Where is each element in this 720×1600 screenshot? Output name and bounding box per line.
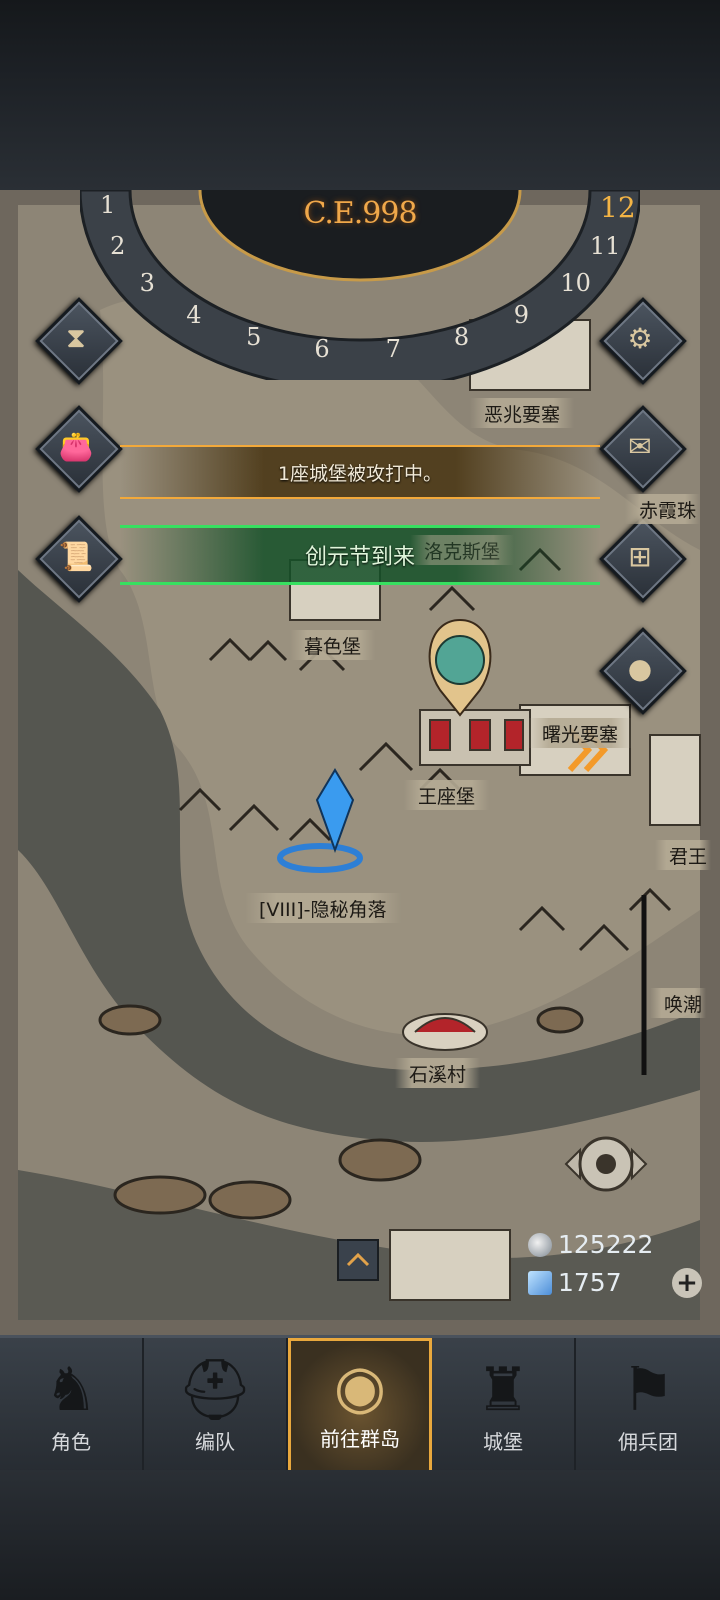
nav-label: 城堡 bbox=[483, 1430, 523, 1454]
location-label-losas[interactable]: 洛克斯堡 bbox=[410, 535, 515, 565]
coin-icon: ● bbox=[627, 651, 653, 685]
crystal-resource: 1757 bbox=[528, 1268, 622, 1297]
dial-number: 6 bbox=[314, 334, 330, 363]
castle-icon: ♜ bbox=[476, 1355, 530, 1425]
location-label-king[interactable]: 君王 bbox=[655, 840, 712, 870]
silver-coin-icon bbox=[528, 1232, 552, 1257]
nav-castle[interactable]: ♜ 城堡 bbox=[432, 1338, 576, 1473]
frame-icon: ⊞ bbox=[628, 539, 652, 573]
locate-button[interactable] bbox=[560, 1118, 652, 1210]
location-label-fortress-ominous[interactable]: 恶兆要塞 bbox=[470, 398, 575, 428]
helmet-icon: ⛑ bbox=[176, 1355, 254, 1425]
settings-gear-icon: ⚙ bbox=[627, 321, 653, 355]
nav-label: 前往群岛 bbox=[320, 1427, 400, 1451]
scroll-map-icon: 📜 bbox=[58, 539, 94, 573]
festival-banner[interactable]: 创元节到来 bbox=[120, 525, 600, 585]
crystal-amount: 1757 bbox=[558, 1268, 622, 1297]
nav-label: 角色 bbox=[51, 1430, 91, 1454]
dial-number: 7 bbox=[385, 334, 401, 363]
nav-character[interactable]: ♞ 角色 bbox=[0, 1338, 144, 1473]
attack-notice-text: 1座城堡被攻打中。 bbox=[277, 462, 443, 485]
mail-icon: ✉ bbox=[628, 429, 652, 463]
knight-icon: ♞ bbox=[44, 1355, 98, 1425]
festival-text: 创元节到来 bbox=[304, 545, 415, 570]
top-status-bar bbox=[0, 0, 720, 190]
dial-number: 10 bbox=[560, 269, 591, 298]
dial-number: 8 bbox=[453, 322, 470, 351]
nav-go-to-islands[interactable]: ◉ 前往群岛 bbox=[288, 1338, 432, 1473]
nav-formation[interactable]: ⛑ 编队 bbox=[144, 1338, 288, 1473]
location-label-tide-call[interactable]: 唤潮 bbox=[650, 988, 707, 1018]
attack-notice-banner[interactable]: 1座城堡被攻打中。 bbox=[120, 445, 600, 499]
dial-number: 2 bbox=[110, 231, 126, 260]
dial-number: 3 bbox=[139, 269, 155, 298]
nav-mercenaries[interactable]: ⚑ 佣兵团 bbox=[576, 1338, 720, 1473]
money-bag-icon: 👛 bbox=[58, 429, 94, 463]
add-resource-button[interactable]: + bbox=[672, 1268, 702, 1298]
location-label-throne-castle[interactable]: 王座堡 bbox=[404, 780, 490, 810]
world-map-icon: ◉ bbox=[333, 1352, 387, 1422]
dial-number: 4 bbox=[186, 300, 202, 329]
location-label-dawn-fortress[interactable]: 曙光要塞 bbox=[528, 718, 633, 748]
dial-number: 12 bbox=[600, 191, 636, 224]
nav-label: 佣兵团 bbox=[618, 1430, 678, 1454]
nav-label: 编队 bbox=[195, 1430, 235, 1454]
location-label-hidden-corner[interactable]: [VIII]-隐秘角落 bbox=[245, 893, 401, 923]
silver-amount: 125222 bbox=[558, 1230, 654, 1259]
dial-number: 5 bbox=[246, 322, 262, 351]
bottom-nav: ♞ 角色 ⛑ 编队 ◉ 前往群岛 ♜ 城堡 ⚑ 佣兵团 bbox=[0, 1335, 720, 1473]
dial-number: 9 bbox=[513, 300, 529, 329]
banner-icon: ⚑ bbox=[621, 1355, 675, 1425]
location-label-stone-creek[interactable]: 石溪村 bbox=[395, 1058, 481, 1088]
bottom-system-bar bbox=[0, 1470, 720, 1600]
silver-resource: 125222 bbox=[528, 1230, 653, 1259]
location-label-dusk-castle[interactable]: 暮色堡 bbox=[290, 630, 376, 660]
dial-number: 1 bbox=[100, 191, 116, 219]
dial-number: 11 bbox=[589, 231, 621, 260]
crystal-icon bbox=[528, 1270, 552, 1295]
hourglass-icon: ⧗ bbox=[66, 321, 86, 354]
location-label-red-cloud[interactable]: 赤霞珠 bbox=[625, 494, 701, 524]
